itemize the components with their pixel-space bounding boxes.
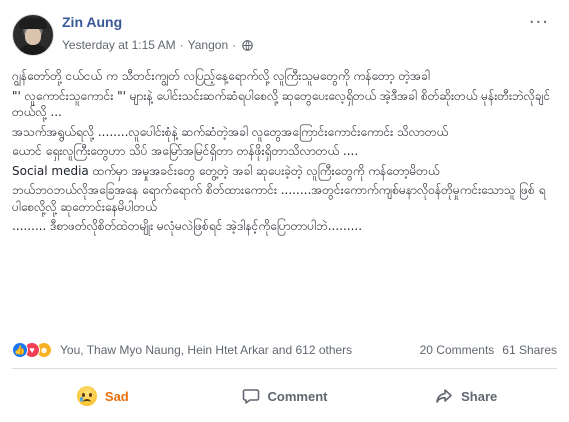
sad-label: Sad [104, 388, 129, 404]
share-button[interactable]: Share [375, 380, 557, 412]
globe-icon[interactable] [242, 39, 253, 51]
post-paragraph: ယောင် ရှေးလူကြီးတွေဟာ သိပ် အမြော်အမြင်ရှ… [12, 144, 359, 158]
comments-count[interactable]: 20 Comments [420, 343, 495, 357]
post-meta: Yesterday at 1:15 AM · Yangon · [62, 38, 253, 52]
reactions-bar: 👍 ♥ ☻ You, Thaw Myo Naung, Hein Htet Ark… [12, 340, 557, 360]
shares-count[interactable]: 61 Shares [502, 343, 557, 357]
post-timestamp[interactable]: Yesterday at 1:15 AM [62, 38, 176, 52]
meta-separator: · [179, 38, 184, 52]
comment-button[interactable]: Comment [194, 380, 376, 412]
post-paragraph: အသက်အရွယ်ရလို့ ........လူပေါင်းစုံနဲ့ ဆက… [12, 124, 449, 139]
facebook-post: Zin Aung Yesterday at 1:15 AM · Yangon ·… [0, 0, 569, 422]
share-label: Share [461, 388, 498, 404]
post-paragraph: ဘယ်ဘဝဘယ်လိုအခြေအနေ ရောက်ရောက် စိတ်ထားကော… [12, 183, 546, 214]
comment-label: Comment [267, 388, 328, 404]
post-paragraph: "' လူကောင်းသူကောင်း "' များနဲ့ ပေါင်းသင်… [12, 88, 551, 120]
action-bar: Sad Comment Share [12, 376, 557, 416]
author-name[interactable]: Zin Aung [62, 14, 122, 30]
sad-emoji-icon [76, 386, 97, 406]
reaction-icons[interactable]: 👍 ♥ ☻ [12, 342, 52, 358]
post-location[interactable]: Yangon [188, 38, 228, 52]
sad-reaction-button[interactable]: Sad [12, 380, 194, 412]
post-paragraph: ......... ဒီစာဖတ်လိုစိတ်ထဲတမျိုး မလုံမလဲ… [12, 219, 363, 233]
avatar[interactable] [12, 14, 54, 56]
post-paragraph: ဂျွန်တော်တို့ ငယ်ငယ် က သီတင်းကျွတ် လပြည့… [12, 69, 430, 83]
more-options-icon[interactable]: ··· [529, 14, 549, 32]
post-body: ဂျွန်တော်တို့ ငယ်ငယ် က သီတင်းကျွတ် လပြည့… [12, 68, 552, 238]
share-icon [436, 389, 452, 403]
divider [12, 368, 557, 369]
comment-icon [242, 389, 259, 404]
like-icon: 👍 [12, 342, 28, 358]
meta-separator: · [232, 38, 237, 52]
reaction-summary[interactable]: You, Thaw Myo Naung, Hein Htet Arkar and… [60, 343, 352, 357]
post-paragraph: Social media ထက်မှာ အမှုအခင်းတွေ တွေ့တဲ့… [12, 163, 440, 178]
